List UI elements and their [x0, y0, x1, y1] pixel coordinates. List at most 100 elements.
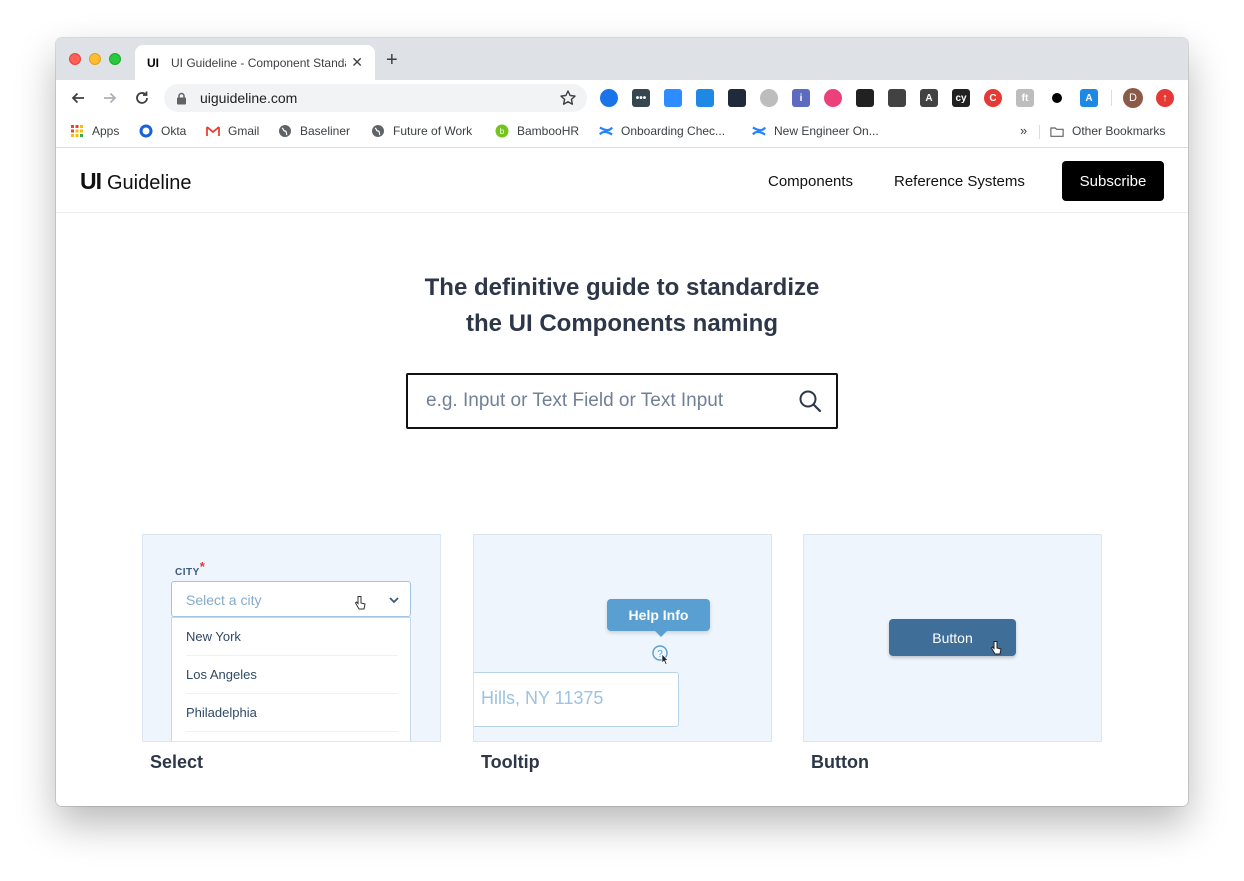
ring-icon[interactable] — [600, 89, 618, 107]
subscribe-button[interactable]: Subscribe — [1062, 161, 1164, 201]
hero-line-2: the UI Components naming — [466, 310, 778, 337]
gmail-icon — [206, 124, 220, 138]
other-bookmarks[interactable]: Other Bookmarks — [1050, 124, 1165, 138]
address-input-demo: Hills, NY 11375 — [474, 672, 679, 727]
zoom-icon[interactable] — [664, 89, 682, 107]
reload-button[interactable] — [132, 88, 152, 108]
confluence-icon — [599, 124, 613, 138]
card-label-button[interactable]: Button — [811, 752, 869, 773]
address-input-text: Hills, NY 11375 — [481, 688, 604, 708]
bookmark-star-icon[interactable] — [559, 89, 577, 112]
update-icon[interactable]: ↑ — [1156, 89, 1174, 107]
apps-grid-icon — [70, 124, 84, 138]
react-icon[interactable] — [728, 89, 746, 107]
logo-mark: UI — [80, 168, 102, 194]
bookmarks-bar: Apps Okta Gmail Baseliner Future of Work b Bam… — [56, 116, 1188, 148]
browser-window: UI UI Guideline - Component Standards ✕ … — [56, 38, 1188, 806]
nav-link-components[interactable]: Components — [768, 173, 853, 190]
translate-icon[interactable]: A — [1080, 89, 1098, 107]
tab-strip: UI UI Guideline - Component Standards ✕ … — [56, 38, 1188, 80]
city-select: Select a city — [171, 581, 411, 617]
hand-cursor-icon — [990, 640, 1002, 661]
window-maximize-button[interactable] — [109, 53, 121, 65]
tab-favicon-icon: UI — [147, 55, 159, 70]
bookmark-item[interactable]: Okta — [139, 124, 186, 138]
okta-icon — [139, 124, 153, 138]
page-content: UI Guideline Components Reference System… — [56, 149, 1188, 806]
spiral-icon[interactable] — [760, 89, 778, 107]
forward-button[interactable] — [100, 88, 120, 108]
logo-text: Guideline — [107, 172, 192, 194]
list-item: Philadelphia — [186, 694, 398, 732]
window-icon[interactable] — [696, 89, 714, 107]
search-icon[interactable] — [798, 389, 822, 418]
search-input[interactable]: e.g. Input or Text Field or Text Input — [406, 373, 838, 429]
chevron-down-icon — [388, 593, 400, 611]
window-close-button[interactable] — [69, 53, 81, 65]
arrow-left-icon — [71, 92, 84, 104]
globe-icon — [371, 124, 385, 138]
page-title: The definitive guide to standardize the … — [56, 270, 1188, 342]
url-text: uiguideline.com — [200, 90, 298, 106]
required-mark: * — [199, 559, 206, 574]
bookmark-label: Onboarding Chec... — [621, 124, 726, 138]
bookmarks-divider — [1039, 125, 1040, 139]
tooltip-bubble: Help Info — [607, 599, 710, 631]
component-card-button[interactable]: Button — [803, 534, 1102, 742]
back-button[interactable] — [68, 88, 88, 108]
component-card-select[interactable]: CITY* Select a city New York Los Angeles… — [142, 534, 441, 742]
tab-close-icon[interactable]: ✕ — [351, 54, 363, 70]
select-placeholder: Select a city — [186, 592, 262, 608]
browser-tab[interactable]: UI UI Guideline - Component Standards ✕ — [135, 45, 375, 80]
list-item: Los Angeles — [186, 656, 398, 694]
bookmark-item[interactable]: Gmail — [206, 124, 259, 138]
site-logo[interactable]: UI Guideline — [80, 168, 192, 195]
tab-title: UI Guideline - Component Standards — [171, 55, 346, 70]
search-placeholder: e.g. Input or Text Field or Text Input — [426, 390, 724, 411]
bookmark-label: Apps — [92, 124, 120, 138]
city-field-label: CITY* — [175, 559, 205, 578]
reload-icon — [136, 91, 148, 104]
list-item: New York — [186, 618, 398, 656]
address-bar[interactable]: uiguideline.com — [164, 84, 587, 112]
bookmark-item[interactable]: b BambooHR — [495, 124, 579, 138]
card-label-tooltip[interactable]: Tooltip — [481, 752, 540, 773]
component-card-tooltip[interactable]: Help Info ? Hills, NY 11375 — [473, 534, 772, 742]
camera-icon[interactable] — [856, 89, 874, 107]
arrow-right-icon — [104, 92, 117, 104]
site-header: UI Guideline Components Reference System… — [56, 149, 1188, 213]
letter-a-icon[interactable]: A — [920, 89, 938, 107]
new-tab-button[interactable]: + — [386, 50, 398, 70]
nav-link-reference-systems[interactable]: Reference Systems — [894, 173, 1025, 190]
toolbar-divider — [1111, 90, 1112, 106]
profile-avatar[interactable]: D — [1123, 88, 1143, 108]
dot-icon[interactable] — [1052, 93, 1062, 103]
bookmark-item[interactable]: Future of Work — [371, 124, 472, 138]
bookmark-item[interactable]: Apps — [70, 124, 119, 138]
bookmark-item[interactable]: New Engineer On... — [752, 124, 879, 138]
color-wheel-icon[interactable] — [824, 89, 842, 107]
hero-line-1: The definitive guide to standardize — [424, 274, 820, 301]
question-circle-icon: ? — [652, 645, 674, 672]
folder-icon — [1050, 124, 1064, 138]
font-icon[interactable]: ft — [1016, 89, 1034, 107]
globe-icon — [278, 124, 292, 138]
window-minimize-button[interactable] — [89, 53, 101, 65]
bookmark-item[interactable]: Baseliner — [278, 124, 350, 138]
confluence-icon — [752, 124, 766, 138]
bookmark-item[interactable]: Onboarding Chec... — [599, 124, 725, 138]
other-bookmarks-label: Other Bookmarks — [1072, 124, 1166, 138]
bookmark-label: Gmail — [228, 124, 260, 138]
card-label-select[interactable]: Select — [150, 752, 203, 773]
bookmark-label: Okta — [161, 124, 187, 138]
cypress-icon[interactable]: cy — [952, 89, 970, 107]
info-icon[interactable]: i — [792, 89, 810, 107]
bookmark-label: BambooHR — [517, 124, 580, 138]
lock-icon — [176, 92, 190, 105]
c-red-icon[interactable]: C — [984, 89, 1002, 107]
browser-toolbar: uiguideline.com ••• i Acy Cft A D ↑ — [56, 80, 1188, 116]
bookmarks-overflow-icon[interactable]: » — [1020, 123, 1027, 138]
city-label-text: CITY — [175, 567, 200, 578]
video-icon[interactable] — [888, 89, 906, 107]
dots-icon[interactable]: ••• — [632, 89, 650, 107]
